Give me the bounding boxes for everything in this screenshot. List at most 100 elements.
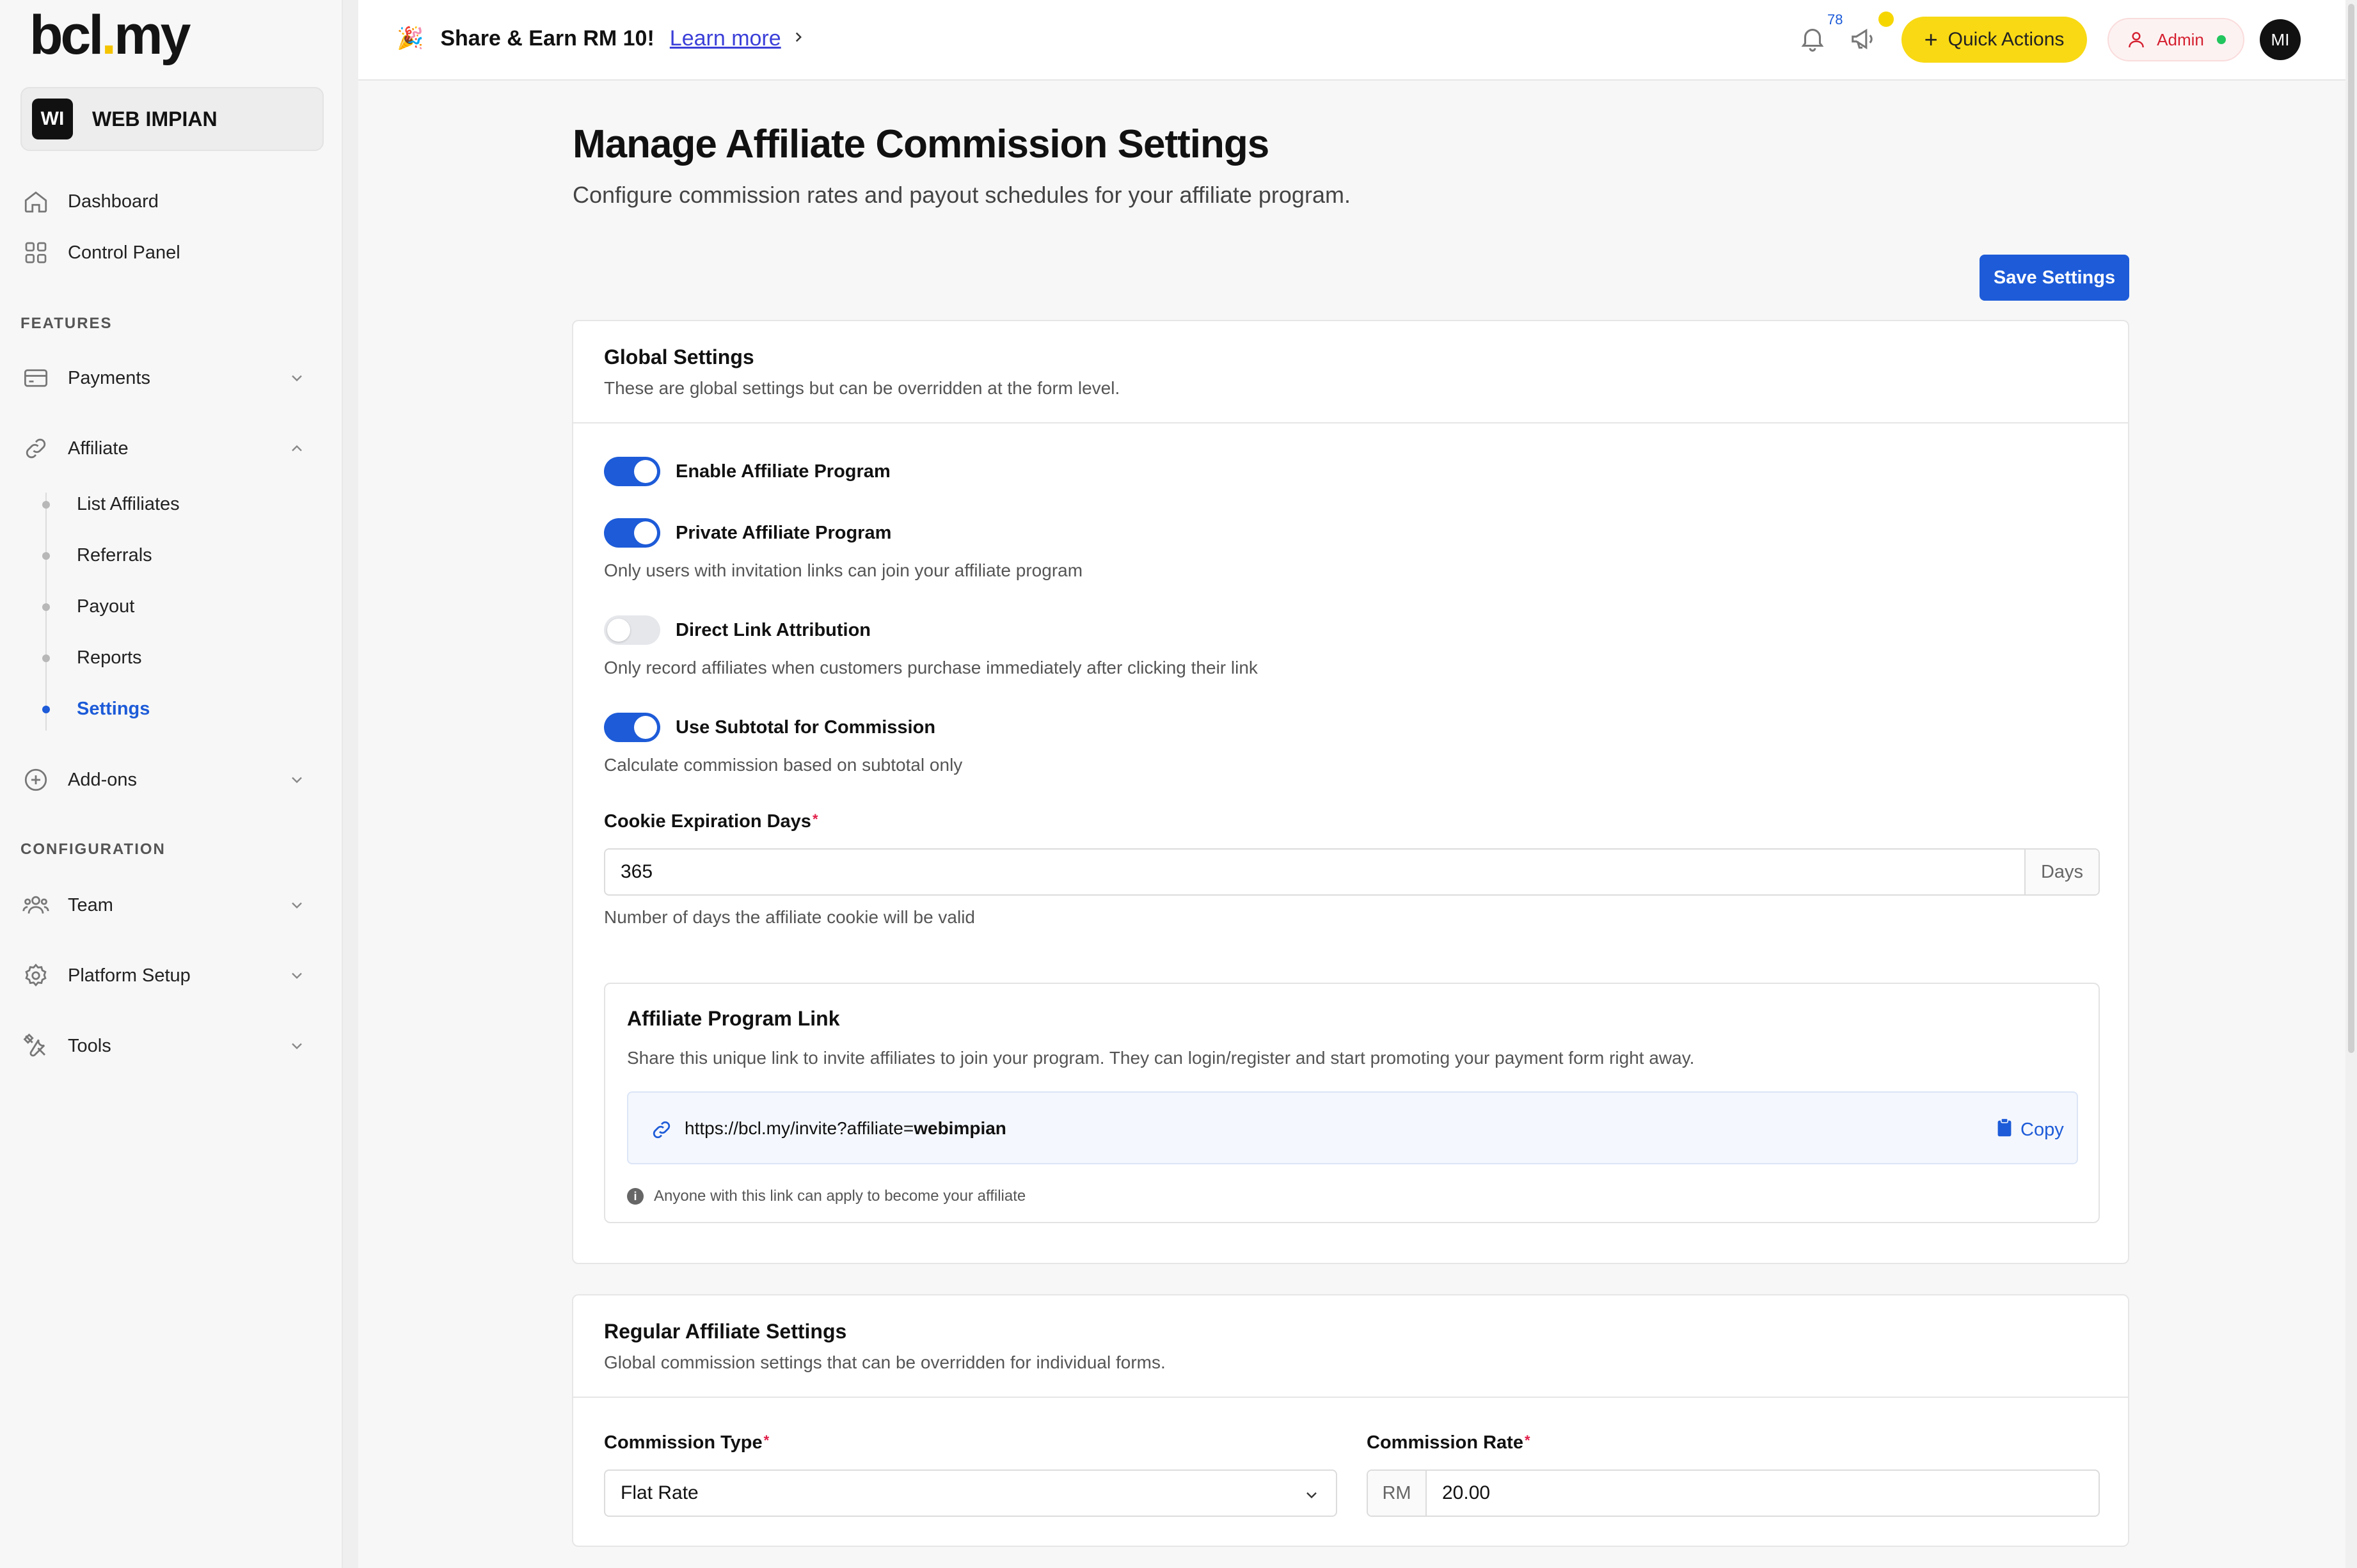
user-icon: [2126, 29, 2147, 50]
workspace-name: WEB IMPIAN: [92, 107, 218, 131]
cookie-expiration-input[interactable]: [605, 850, 2024, 894]
private-affiliate-helper: Only users with invitation links can joi…: [604, 560, 1083, 580]
online-status-dot: [2216, 35, 2226, 44]
commission-rate-field: RM: [1367, 1469, 2100, 1517]
plus-icon: +: [1924, 26, 1938, 52]
global-settings-title: Global Settings: [604, 345, 754, 368]
toggle-row-private-affiliate[interactable]: Private Affiliate Program: [604, 518, 891, 548]
page-scrollbar[interactable]: [2345, 0, 2357, 1568]
private-affiliate-toggle[interactable]: [604, 518, 660, 548]
plus-circle-icon: [20, 764, 51, 795]
affiliate-subtree-line: [45, 493, 47, 731]
bell-icon[interactable]: [1798, 23, 1827, 57]
megaphone-icon[interactable]: [1849, 24, 1878, 57]
gear-icon: [20, 960, 51, 991]
cookie-expiration-helper: Number of days the affiliate cookie will…: [604, 907, 976, 927]
sidebar-item-reports[interactable]: Reports: [77, 647, 142, 669]
learn-more-link[interactable]: Learn more: [670, 26, 781, 51]
grid-icon: [20, 237, 51, 268]
sidebar-item-affiliate[interactable]: Affiliate: [20, 425, 319, 471]
direct-link-attribution-toggle[interactable]: [604, 615, 660, 645]
commission-rate-input[interactable]: [1427, 1471, 2099, 1516]
section-label-features: FEATURES: [20, 315, 113, 332]
chevron-down-icon: [288, 771, 306, 794]
cookie-expiration-field: Days: [604, 848, 2100, 896]
chevron-up-icon: [288, 440, 306, 463]
commission-rate-label: Commission Rate*: [1367, 1432, 1530, 1453]
sidebar-item-dashboard[interactable]: Dashboard: [20, 178, 319, 225]
program-link-note: i Anyone with this link can apply to bec…: [627, 1187, 1026, 1205]
promo-title: Share & Earn RM 10!: [440, 26, 655, 51]
chevron-down-icon: [288, 896, 306, 919]
sidebar-item-control-panel[interactable]: Control Panel: [20, 230, 319, 276]
sidebar-scroll-track: [343, 0, 358, 1568]
sub-dot: [42, 603, 50, 611]
sub-dot: [42, 501, 50, 509]
chevron-down-icon: [288, 1037, 306, 1060]
affiliate-program-link-card: Affiliate Program Link Share this unique…: [604, 983, 2100, 1223]
global-settings-header: Global Settings These are global setting…: [573, 321, 2128, 424]
users-icon: [20, 890, 51, 921]
scrollbar-thumb[interactable]: [2348, 4, 2354, 1053]
sidebar-item-settings[interactable]: Settings: [77, 699, 150, 720]
global-settings-card: Global Settings These are global setting…: [572, 320, 2129, 1264]
home-icon: [20, 186, 51, 217]
currency-prefix: RM: [1368, 1471, 1427, 1516]
chevron-down-icon: [1303, 1486, 1321, 1509]
sidebar-item-referrals[interactable]: Referrals: [77, 545, 152, 566]
toggle-row-direct-link[interactable]: Direct Link Attribution: [604, 615, 871, 645]
page-title: Manage Affiliate Commission Settings: [573, 122, 1269, 166]
use-subtotal-toggle[interactable]: [604, 713, 660, 742]
enable-affiliate-toggle[interactable]: [604, 457, 660, 486]
cookie-expiration-label: Cookie Expiration Days*: [604, 811, 818, 832]
direct-link-helper: Only record affiliates when customers pu…: [604, 658, 1258, 677]
section-label-configuration: CONFIGURATION: [20, 841, 166, 858]
user-avatar[interactable]: MI: [2260, 19, 2301, 60]
chevron-down-icon: [288, 369, 306, 392]
global-settings-description: These are global settings but can be ove…: [604, 378, 1120, 398]
commission-type-select[interactable]: Flat Rate: [604, 1469, 1337, 1517]
chevron-right-icon[interactable]: [790, 26, 807, 51]
use-subtotal-helper: Calculate commission based on subtotal o…: [604, 755, 963, 775]
program-link-box: https://bcl.my/invite?affiliate=webimpia…: [627, 1091, 2078, 1164]
program-link-description: Share this unique link to invite affilia…: [627, 1048, 1695, 1068]
toggle-row-use-subtotal[interactable]: Use Subtotal for Commission: [604, 713, 935, 742]
promo-banner: 🎉 Share & Earn RM 10! Learn more: [397, 26, 807, 51]
sidebar-item-team[interactable]: Team: [20, 882, 319, 928]
link-icon: [20, 433, 51, 464]
admin-role-badge[interactable]: Admin: [2107, 18, 2244, 61]
workspace-switcher[interactable]: WI WEB IMPIAN: [20, 87, 324, 151]
toggle-row-enable-affiliate[interactable]: Enable Affiliate Program: [604, 457, 891, 486]
page-subtitle: Configure commission rates and payout sc…: [573, 182, 1351, 208]
clipboard-icon: [1996, 1117, 2013, 1143]
days-suffix: Days: [2024, 850, 2099, 894]
program-link-url[interactable]: https://bcl.my/invite?affiliate=webimpia…: [685, 1118, 1006, 1139]
sidebar-item-payments[interactable]: Payments: [20, 355, 319, 401]
regular-settings-description: Global commission settings that can be o…: [604, 1352, 1166, 1372]
info-icon: i: [627, 1188, 644, 1205]
regular-settings-title: Regular Affiliate Settings: [604, 1320, 847, 1343]
party-popper-icon: 🎉: [397, 26, 424, 51]
link-icon: [650, 1118, 673, 1144]
program-link-title: Affiliate Program Link: [627, 1007, 840, 1030]
top-bar: 🎉 Share & Earn RM 10! Learn more 78 + Qu…: [358, 0, 2345, 81]
sidebar: bcl.my WI WEB IMPIAN Dashboard Control P…: [0, 0, 343, 1568]
regular-affiliate-settings-card: Regular Affiliate Settings Global commis…: [572, 1294, 2129, 1547]
sub-dot-active: [42, 706, 50, 713]
announcement-indicator: [1878, 12, 1894, 27]
sidebar-item-platform-setup[interactable]: Platform Setup: [20, 953, 319, 999]
sidebar-item-list-affiliates[interactable]: List Affiliates: [77, 494, 180, 515]
commission-type-label: Commission Type*: [604, 1432, 770, 1453]
save-settings-button[interactable]: Save Settings: [1980, 255, 2129, 301]
sidebar-item-payout[interactable]: Payout: [77, 596, 134, 617]
sub-dot: [42, 552, 50, 560]
tools-icon: [20, 1031, 51, 1061]
copy-link-button[interactable]: Copy: [1996, 1117, 2064, 1143]
chevron-down-icon: [288, 967, 306, 990]
sidebar-item-addons[interactable]: Add-ons: [20, 757, 319, 803]
bclmy-logo[interactable]: bcl.my: [29, 8, 191, 63]
quick-actions-button[interactable]: + Quick Actions: [1901, 17, 2087, 63]
notification-count: 78: [1827, 12, 1843, 28]
regular-settings-header: Regular Affiliate Settings Global commis…: [573, 1295, 2128, 1398]
sidebar-item-tools[interactable]: Tools: [20, 1023, 319, 1069]
